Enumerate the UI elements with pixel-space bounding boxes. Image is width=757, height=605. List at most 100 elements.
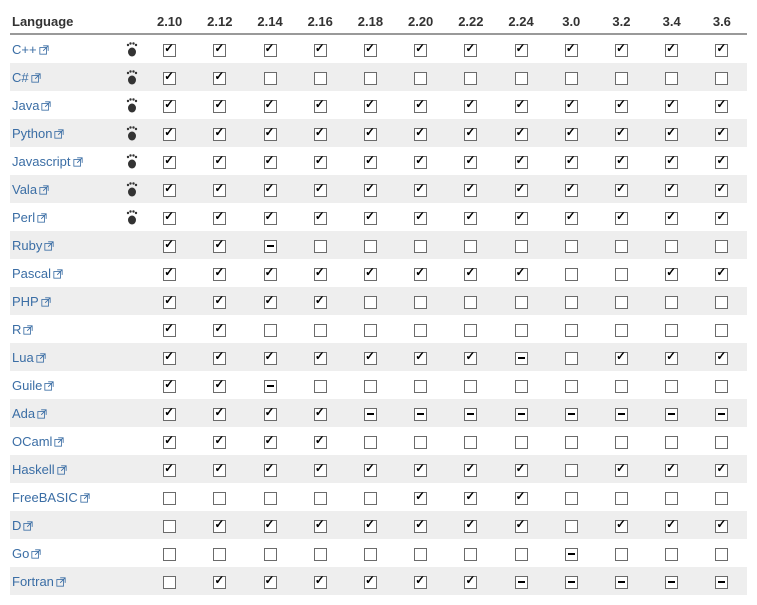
checkbox-unchecked-icon (464, 548, 477, 561)
gnome-foot-cell (120, 455, 144, 483)
language-link[interactable]: Lua (12, 350, 46, 365)
support-cell (697, 203, 747, 231)
support-cell (446, 91, 496, 119)
checkbox-checked-icon (213, 184, 226, 197)
checkbox-checked-icon (163, 436, 176, 449)
checkbox-unchecked-icon (163, 492, 176, 505)
support-cell (546, 511, 596, 539)
language-link[interactable]: Perl (12, 210, 47, 225)
checkbox-unchecked-icon (163, 576, 176, 589)
language-link[interactable]: Go (12, 546, 41, 561)
checkbox-checked-icon (264, 128, 277, 141)
checkbox-unchecked-icon (515, 548, 528, 561)
checkbox-unchecked-icon (665, 324, 678, 337)
checkbox-checked-icon (314, 268, 327, 281)
language-link[interactable]: Haskell (12, 462, 67, 477)
support-cell (245, 91, 295, 119)
checkbox-checked-icon (464, 156, 477, 169)
language-link[interactable]: C# (12, 70, 41, 85)
language-link[interactable]: Ada (12, 406, 47, 421)
language-link[interactable]: Ruby (12, 238, 54, 253)
language-link[interactable]: Fortran (12, 574, 66, 589)
language-link[interactable]: Java (12, 98, 51, 113)
support-cell (446, 63, 496, 91)
checkbox-checked-icon (515, 156, 528, 169)
language-link[interactable]: C++ (12, 42, 49, 57)
checkbox-checked-icon (213, 212, 226, 225)
checkbox-checked-icon (715, 212, 728, 225)
support-cell (195, 259, 245, 287)
language-cell: Fortran (10, 567, 120, 595)
checkbox-unchecked-icon (515, 324, 528, 337)
language-link[interactable]: FreeBASIC (12, 490, 90, 505)
checkbox-checked-icon (364, 100, 377, 113)
header-version: 3.0 (546, 10, 596, 34)
support-cell (345, 203, 395, 231)
support-cell (596, 483, 646, 511)
support-cell (697, 343, 747, 371)
language-link[interactable]: Javascript (12, 154, 83, 169)
checkbox-checked-icon (464, 44, 477, 57)
support-cell (596, 511, 646, 539)
support-cell (446, 567, 496, 595)
checkbox-partial-icon (515, 408, 528, 421)
language-link[interactable]: Guile (12, 378, 54, 393)
checkbox-checked-icon (364, 520, 377, 533)
checkbox-checked-icon (665, 352, 678, 365)
header-version: 2.12 (195, 10, 245, 34)
support-cell (245, 567, 295, 595)
checkbox-checked-icon (163, 464, 176, 477)
support-cell (546, 427, 596, 455)
header-version: 2.14 (245, 10, 295, 34)
checkbox-checked-icon (213, 576, 226, 589)
language-link[interactable]: Python (12, 126, 64, 141)
checkbox-unchecked-icon (615, 324, 628, 337)
support-cell (647, 34, 697, 63)
language-link[interactable]: D (12, 518, 33, 533)
checkbox-unchecked-icon (615, 436, 628, 449)
language-link[interactable]: Vala (12, 182, 49, 197)
support-cell (596, 203, 646, 231)
support-cell (697, 175, 747, 203)
gnome-foot-cell (120, 259, 144, 287)
checkbox-unchecked-icon (364, 296, 377, 309)
support-cell (245, 287, 295, 315)
checkbox-checked-icon (615, 100, 628, 113)
support-cell (195, 427, 245, 455)
checkbox-checked-icon (213, 408, 226, 421)
checkbox-checked-icon (515, 212, 528, 225)
support-cell (697, 63, 747, 91)
support-cell (245, 315, 295, 343)
table-row: Javascript (10, 147, 747, 175)
support-cell (145, 483, 195, 511)
language-cell: C# (10, 63, 120, 91)
support-cell (295, 483, 345, 511)
gnome-foot-cell (120, 203, 144, 231)
language-link[interactable]: R (12, 322, 33, 337)
checkbox-unchecked-icon (414, 240, 427, 253)
language-cell: PHP (10, 287, 120, 315)
support-cell (396, 427, 446, 455)
language-cell: OCaml (10, 427, 120, 455)
checkbox-checked-icon (364, 156, 377, 169)
language-cell: D (10, 511, 120, 539)
header-version: 2.20 (396, 10, 446, 34)
language-link[interactable]: OCaml (12, 434, 64, 449)
language-link[interactable]: Pascal (12, 266, 63, 281)
checkbox-checked-icon (414, 520, 427, 533)
support-cell (697, 119, 747, 147)
gnome-foot-icon (125, 97, 139, 113)
checkbox-unchecked-icon (464, 240, 477, 253)
checkbox-unchecked-icon (515, 380, 528, 393)
support-cell (446, 231, 496, 259)
checkbox-checked-icon (464, 520, 477, 533)
support-cell (546, 203, 596, 231)
checkbox-unchecked-icon (565, 324, 578, 337)
support-cell (245, 231, 295, 259)
language-link[interactable]: PHP (12, 294, 51, 309)
support-cell (496, 119, 546, 147)
support-cell (446, 147, 496, 175)
checkbox-checked-icon (264, 156, 277, 169)
checkbox-partial-icon (515, 576, 528, 589)
external-link-icon (44, 241, 54, 251)
